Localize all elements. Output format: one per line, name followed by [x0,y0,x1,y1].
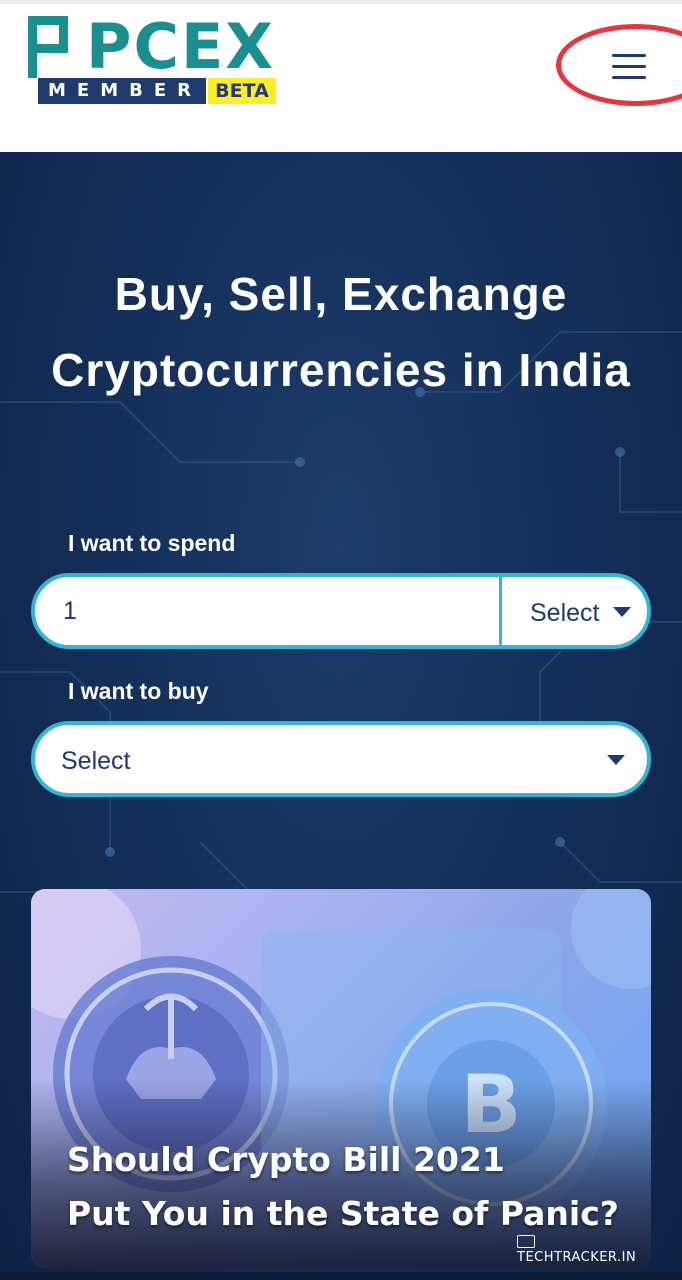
hero-headline: Buy, Sell, Exchange Cryptocurrencies in … [51,268,631,396]
spend-amount-input[interactable] [35,577,500,645]
buy-label: I want to buy [68,678,209,704]
spend-currency-value: Select [530,599,600,627]
article-title: Should Crypto Bill 2021 Put You in the S… [67,1133,637,1241]
logo-wordmark: PCEX [86,10,276,83]
site-watermark: TECHTRACKER.IN [517,1235,651,1265]
buy-currency-select[interactable]: Select [31,721,651,797]
caret-down-icon [613,607,631,617]
hero-section: Buy, Sell, Exchange Cryptocurrencies in … [0,152,682,1280]
spend-field-group: Select [31,573,651,649]
hamburger-menu-icon [612,54,646,57]
article-card[interactable]: B Should Crypto Bill 2021 Put You in the… [31,889,651,1267]
browser-icon [517,1235,535,1248]
article-title-line2: Put You in the State of Panic? [67,1194,619,1233]
bottom-bar [0,1272,682,1280]
watermark-text: TECHTRACKER.IN [517,1250,637,1265]
buy-currency-value: Select [61,747,131,775]
caret-down-icon [607,755,625,765]
logo-member-text: MEMBER [38,78,206,104]
spend-currency-select[interactable]: Select [502,577,647,645]
hamburger-menu-button[interactable] [596,42,660,90]
site-header: PCEX MEMBER BETA [0,0,682,152]
spend-label: I want to spend [68,530,236,556]
pcex-logo[interactable]: PCEX MEMBER BETA [28,10,288,108]
article-title-line1: Should Crypto Bill 2021 [67,1140,505,1179]
beta-badge: BETA [208,78,276,104]
